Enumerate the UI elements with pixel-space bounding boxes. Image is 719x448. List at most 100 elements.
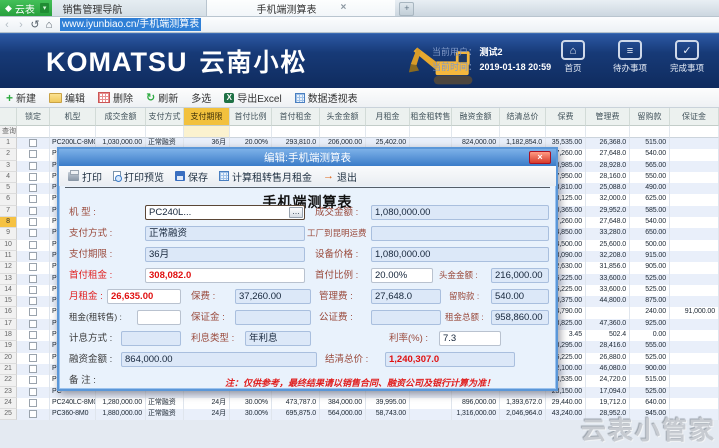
column-header[interactable] — [0, 108, 17, 126]
lock-checkbox[interactable] — [29, 241, 37, 249]
row-number[interactable]: 14 — [0, 285, 17, 296]
column-header[interactable]: 首付比例 — [230, 108, 272, 126]
price-field[interactable]: 1,080,000.00 — [371, 247, 549, 262]
interest-mode-field[interactable] — [121, 331, 181, 346]
notary-field[interactable] — [371, 310, 441, 325]
row-number[interactable]: 2 — [0, 149, 17, 160]
row-number[interactable]: 17 — [0, 319, 17, 330]
delete-button[interactable]: 删除 — [98, 90, 133, 105]
column-header[interactable]: 管理费 — [586, 108, 630, 126]
row-number[interactable]: 6 — [0, 194, 17, 205]
column-header[interactable]: 首付租金 — [272, 108, 320, 126]
refresh-button[interactable]: ↻ 刷新 — [146, 90, 178, 105]
row-number[interactable]: 16 — [0, 307, 17, 318]
row-number[interactable]: 13 — [0, 274, 17, 285]
deposit-field[interactable] — [235, 310, 311, 325]
column-header[interactable]: 融资金额 — [452, 108, 500, 126]
lock-checkbox[interactable] — [29, 286, 37, 294]
row-number[interactable]: 19 — [0, 341, 17, 352]
row-number[interactable]: 10 — [0, 240, 17, 251]
pivot-table-button[interactable]: 数据透视表 — [295, 90, 358, 105]
lock-checkbox[interactable] — [29, 331, 37, 339]
filter-cell[interactable] — [320, 126, 366, 138]
new-button[interactable]: + 新建 — [6, 90, 36, 105]
resale-rent-field[interactable] — [137, 310, 181, 325]
row-number[interactable]: 20 — [0, 353, 17, 364]
url-input[interactable]: www.iyunbiao.cn/手机端测算表 — [60, 18, 201, 31]
tab-sales-nav[interactable]: 销售管理导航 — [52, 0, 207, 16]
lock-checkbox[interactable] — [29, 308, 37, 316]
column-header[interactable]: 成交金额 — [96, 108, 146, 126]
multiselect-button[interactable]: 多选 — [191, 90, 211, 105]
filter-cell[interactable] — [630, 126, 670, 138]
filter-cell[interactable] — [670, 126, 719, 138]
monthly-rent-field[interactable]: 26,635.00 — [107, 289, 181, 304]
column-header[interactable]: 支付期限 — [184, 108, 230, 126]
column-header[interactable]: 头金金额 — [320, 108, 366, 126]
interest-type-field[interactable]: 年利息 — [245, 331, 311, 346]
filter-cell[interactable] — [452, 126, 500, 138]
lock-checkbox[interactable] — [29, 320, 37, 328]
rent-total-field[interactable]: 958,860.00 — [491, 310, 549, 325]
row-number[interactable]: 8 — [0, 217, 17, 228]
forward-icon[interactable]: › — [14, 18, 28, 32]
nav-done[interactable]: ✓ 完成事项 — [665, 40, 709, 74]
exit-button[interactable]: → 退出 — [320, 169, 360, 184]
row-number[interactable]: 1 — [0, 138, 17, 149]
filter-cell[interactable] — [96, 126, 146, 138]
down-ratio-field[interactable]: 20.00% — [371, 268, 433, 283]
table-row[interactable]: 24PC240LC-8M01,280,000.00正常融资24月30.00%47… — [0, 398, 719, 409]
column-header[interactable]: 留购款 — [630, 108, 670, 126]
edit-button[interactable]: 编辑 — [49, 90, 85, 105]
row-number[interactable]: 23 — [0, 387, 17, 398]
filter-cell[interactable] — [146, 126, 184, 138]
lock-checkbox[interactable] — [29, 150, 37, 158]
tab-calc-sheet[interactable]: 手机端测算表 × — [207, 0, 395, 16]
print-preview-button[interactable]: 打印预览 — [110, 169, 167, 184]
finance-amount-field[interactable]: 864,000.00 — [121, 352, 317, 367]
lock-checkbox[interactable] — [29, 388, 37, 396]
column-header[interactable]: 月租金 — [366, 108, 410, 126]
pay-method-field[interactable]: 正常融资 — [145, 226, 305, 241]
mgmt-fee-field[interactable]: 27,648.0 — [371, 289, 441, 304]
column-header[interactable]: 机型 — [50, 108, 96, 126]
filter-cell[interactable] — [184, 126, 230, 138]
lock-checkbox[interactable] — [29, 162, 37, 170]
row-number[interactable]: 15 — [0, 296, 17, 307]
row-number[interactable]: 7 — [0, 206, 17, 217]
lock-checkbox[interactable] — [29, 184, 37, 192]
settle-total-field[interactable]: 1,240,307.0 — [385, 352, 515, 367]
term-field[interactable]: 36月 — [145, 247, 305, 262]
column-header[interactable]: 保证金 — [670, 108, 719, 126]
lock-checkbox[interactable] — [29, 342, 37, 350]
row-number[interactable]: 9 — [0, 228, 17, 239]
filter-cell[interactable] — [366, 126, 410, 138]
back-icon[interactable]: ‹ — [0, 18, 14, 32]
row-number[interactable]: 18 — [0, 330, 17, 341]
lock-checkbox[interactable] — [29, 297, 37, 305]
dialog-title-bar[interactable]: 编辑:手机端测算表 × — [59, 149, 556, 166]
lock-checkbox[interactable] — [29, 218, 37, 226]
lock-checkbox[interactable] — [29, 354, 37, 362]
column-header[interactable]: 支付方式 — [146, 108, 184, 126]
column-header[interactable]: 保费 — [546, 108, 586, 126]
rate-field[interactable]: 7.3 — [439, 331, 501, 346]
retain-field[interactable]: 540.00 — [491, 289, 549, 304]
row-number[interactable]: 25 — [0, 409, 17, 420]
filter-cell[interactable] — [586, 126, 630, 138]
yunbiao-logo-button[interactable]: ◆ 云表 ▾ — [0, 0, 52, 16]
down-rent-field[interactable]: 308,082.0 — [145, 268, 305, 283]
home-icon[interactable]: ⌂ — [42, 18, 56, 32]
column-header[interactable]: 锁定 — [17, 108, 50, 126]
dialog-close-button[interactable]: × — [529, 151, 551, 164]
lock-checkbox[interactable] — [29, 376, 37, 384]
down-pay-field[interactable]: 216,000.00 — [491, 268, 549, 283]
filter-cell[interactable] — [500, 126, 546, 138]
row-number[interactable]: 21 — [0, 364, 17, 375]
model-field[interactable]: PC240L... … — [145, 205, 305, 220]
new-tab-button[interactable]: + — [399, 2, 414, 16]
lock-checkbox[interactable] — [29, 275, 37, 283]
nav-todo[interactable]: ≡ 待办事项 — [608, 40, 652, 74]
lock-checkbox[interactable] — [29, 207, 37, 215]
refresh-icon[interactable]: ↺ — [28, 18, 42, 32]
